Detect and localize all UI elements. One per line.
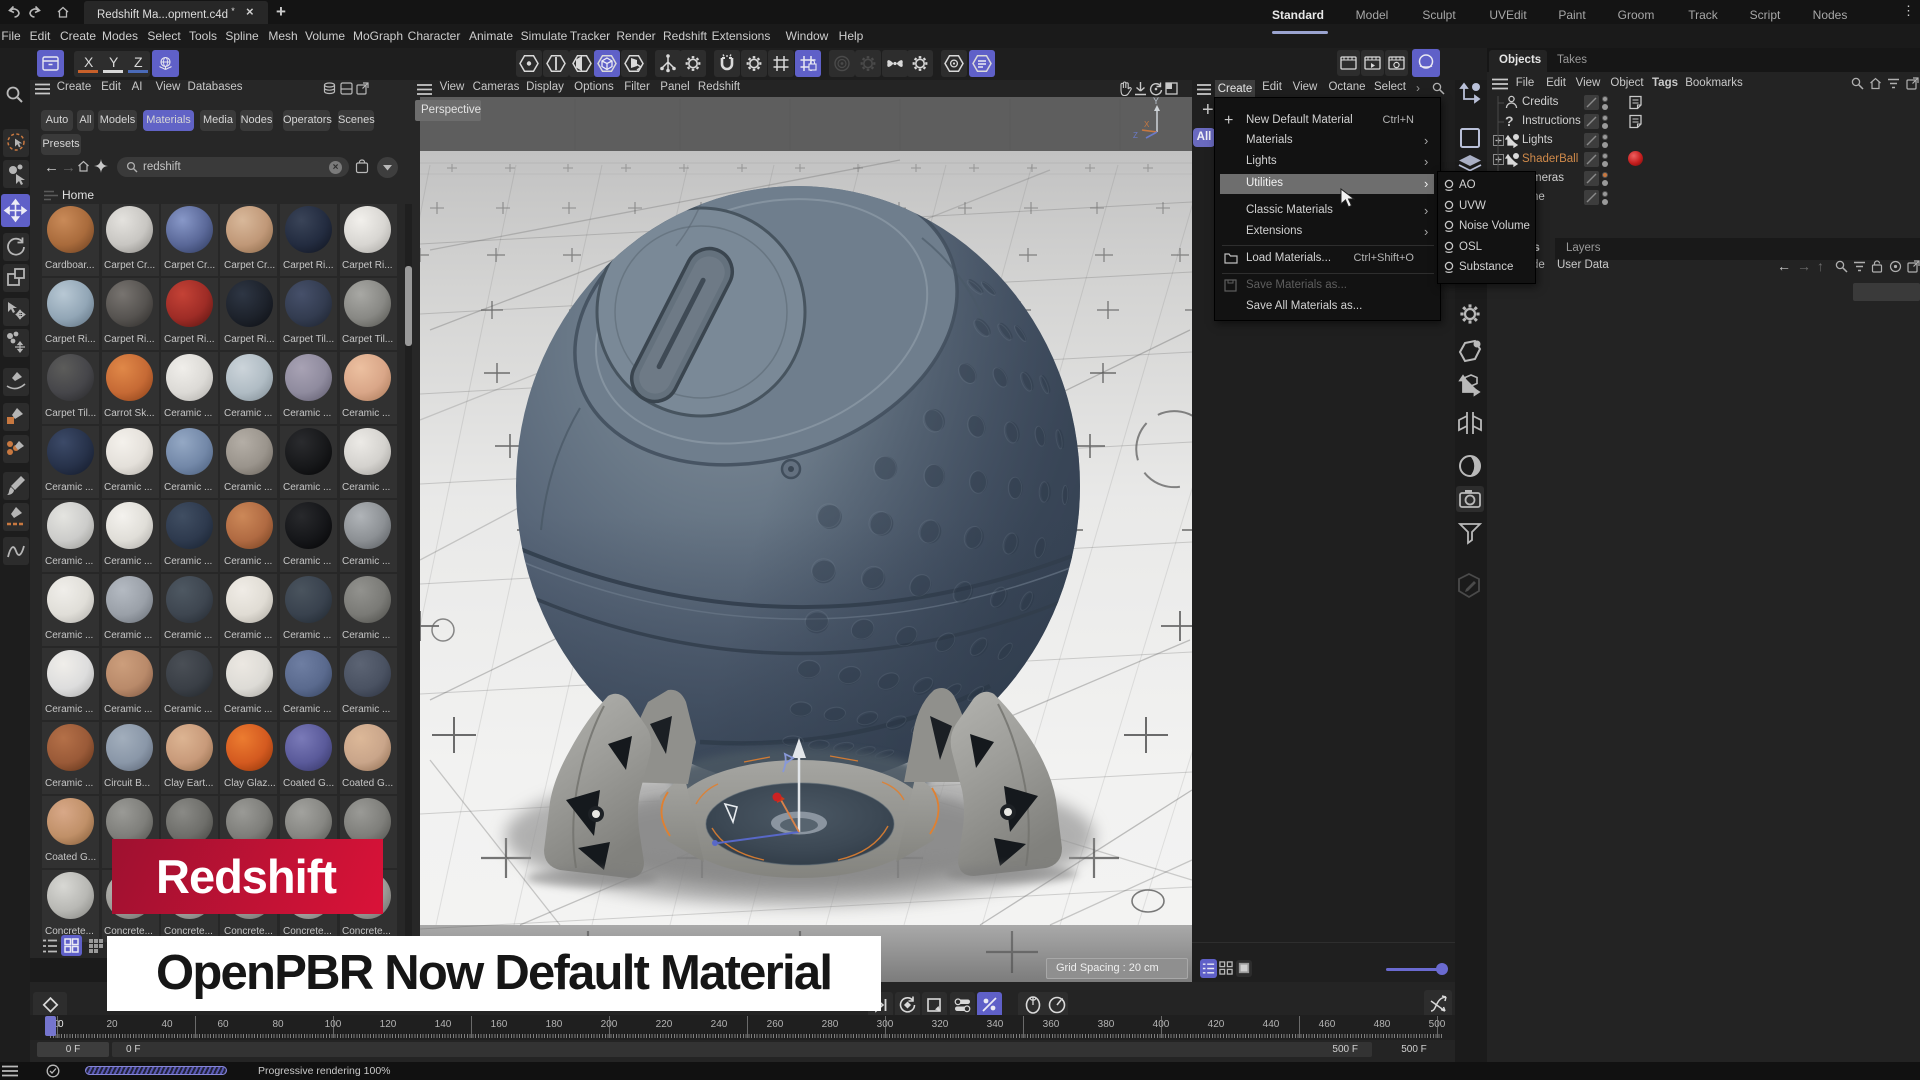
svg-text:Y: Y xyxy=(1153,97,1159,106)
svg-text:X: X xyxy=(1144,120,1150,129)
svg-text:Z: Z xyxy=(1133,131,1138,140)
